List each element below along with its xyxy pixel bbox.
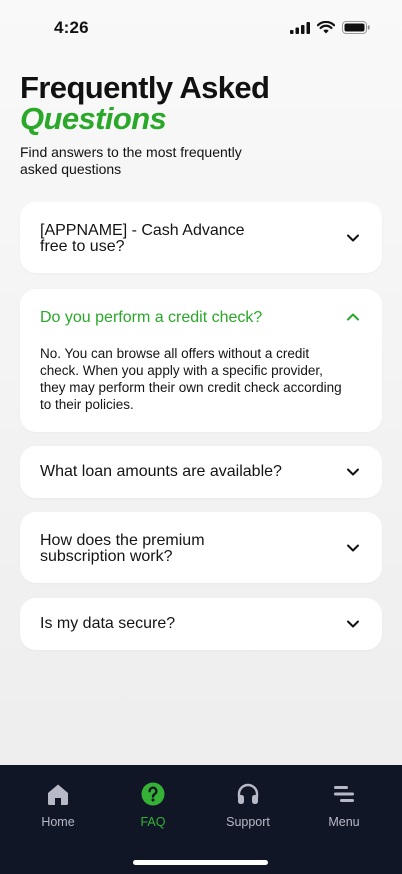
page-title: Frequently Asked Questions (20, 70, 270, 136)
question-circle-icon (141, 782, 165, 806)
nav-label: Home (41, 815, 75, 829)
headphones-icon (237, 783, 259, 804)
battery-icon (342, 21, 370, 34)
page-title-accent: Questions (20, 101, 167, 136)
status-bar: 4:26 (0, 0, 402, 56)
faq-item[interactable]: Is my data secure? (20, 598, 382, 650)
chevron-down-icon (347, 620, 359, 628)
page-subtitle: Find answers to the most frequently aske… (20, 144, 242, 177)
faq-item[interactable]: What loan amounts are available? (20, 446, 382, 498)
faq-item[interactable]: How does the premium subscription work? (20, 512, 382, 583)
chevron-down-icon (347, 468, 359, 476)
page-title-line1: Frequently Asked (20, 70, 270, 105)
faq-answer: No. You can browse all offers without a … (40, 346, 342, 412)
bottom-nav: Home FAQ Support Menu (0, 765, 402, 874)
nav-item-support[interactable]: Support (208, 781, 288, 831)
faq-question: [APPNAME] - Cash Advance free to use? (40, 222, 245, 255)
nav-item-home[interactable]: Home (18, 781, 98, 831)
nav-label: FAQ (140, 815, 166, 829)
chevron-down-icon (347, 544, 359, 552)
nav-item-menu[interactable]: Menu (304, 781, 384, 831)
nav-label: Menu (328, 815, 360, 829)
faq-question: Is my data secure? (40, 615, 176, 632)
wifi-icon (317, 21, 335, 34)
status-time: 4:26 (54, 18, 89, 37)
faq-item[interactable]: [APPNAME] - Cash Advance free to use? (20, 202, 382, 273)
home-indicator (133, 860, 268, 865)
chevron-up-icon (347, 313, 359, 321)
menu-icon (334, 786, 354, 802)
faq-question: Do you perform a credit check? (40, 309, 263, 326)
nav-item-faq[interactable]: FAQ (113, 781, 193, 831)
home-icon (48, 784, 68, 805)
status-icons (290, 21, 370, 34)
faq-question: What loan amounts are available? (40, 463, 282, 480)
faq-item-expanded[interactable]: Do you perform a credit check? No. You c… (20, 289, 382, 432)
nav-label: Support (226, 815, 270, 829)
cellular-signal-icon (290, 21, 310, 34)
chevron-down-icon (347, 234, 359, 242)
faq-question: How does the premium subscription work? (40, 532, 205, 565)
